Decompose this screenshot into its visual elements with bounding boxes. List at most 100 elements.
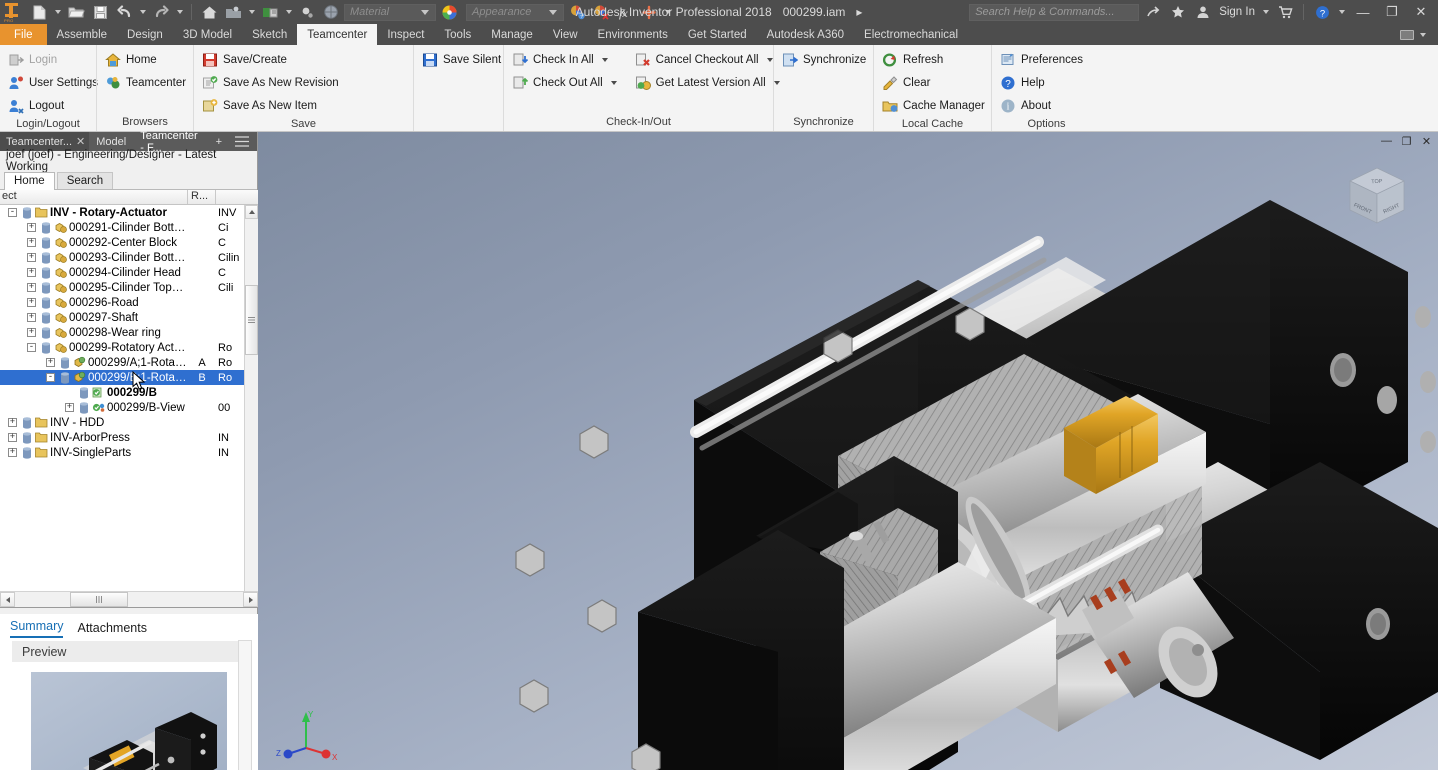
ribbon-tab-assemble[interactable]: Assemble [47,24,118,45]
teamcenter-search-button[interactable]: Search [56,172,114,189]
new-document-icon[interactable] [28,2,50,22]
summary-tab-summary[interactable]: Summary [10,619,64,638]
expand-icon[interactable]: + [27,313,36,322]
ribbon-button-help[interactable]: ? Help [996,71,1089,94]
ribbon-tab-autodesk-a360[interactable]: Autodesk A360 [757,24,854,45]
help-dropdown[interactable] [1336,2,1347,22]
chevron-down-icon[interactable] [610,80,617,85]
ribbon-tab-teamcenter[interactable]: Teamcenter [297,24,378,45]
tree-row[interactable]: +000296-Road [0,295,258,310]
expand-icon[interactable]: + [46,358,55,367]
tree-row[interactable]: + INV-ArborPress IN [0,430,258,445]
scroll-up-icon[interactable] [245,205,258,219]
appearance-globe-icon[interactable] [320,2,342,22]
scroll-right-icon[interactable] [243,592,258,607]
tree-row[interactable]: -000299/B;1-Rotatory ...BRo [0,370,258,385]
expand-icon[interactable]: + [27,223,36,232]
search-input[interactable]: Search Help & Commands... [969,3,1140,21]
ribbon-display-options[interactable] [1400,24,1438,45]
horizontal-scroll-thumb[interactable] [70,592,128,607]
save-icon[interactable] [89,2,111,22]
tree-row[interactable]: +000292-Center Block C [0,235,258,250]
ribbon-tab-environments[interactable]: Environments [588,24,678,45]
chevron-down-icon[interactable] [766,57,773,62]
tree-row[interactable]: +000295-Cilinder Top_RH Cili [0,280,258,295]
favorites-star-icon[interactable] [1167,1,1189,23]
expand-icon[interactable]: + [8,433,17,442]
tree-vertical-scrollbar[interactable] [244,205,258,607]
ribbon-tab-get-started[interactable]: Get Started [678,24,757,45]
ribbon-tab-inspect[interactable]: Inspect [377,24,434,45]
ribbon-tab-file[interactable]: File [0,24,47,45]
ribbon-button-clear[interactable]: Clear [878,71,991,94]
sign-in-dropdown[interactable] [1260,2,1271,22]
redo-icon[interactable] [150,2,172,22]
ribbon-minimize-icon[interactable] [1400,29,1414,40]
update-icon[interactable] [259,2,281,22]
material-dropdown[interactable]: Material [344,3,436,21]
open-folder-icon[interactable] [65,2,87,22]
expand-icon[interactable]: + [27,253,36,262]
title-overflow-arrow[interactable]: ▸ [856,5,862,19]
select-icon[interactable] [296,2,318,22]
ribbon-tab-view[interactable]: View [543,24,588,45]
tree-row[interactable]: +000299/B-View 00 [0,400,258,415]
tree-row[interactable]: +000294-Cilinder Head C [0,265,258,280]
ribbon-button-save-create[interactable]: Save/Create [198,48,345,71]
ribbon-options-dropdown[interactable] [1417,25,1428,45]
close-button[interactable]: ✕ [1408,0,1434,24]
ribbon-button-save-as-new-item[interactable]: Save As New Item [198,94,345,117]
tree-row[interactable]: +000293-Cilinder Bottom _...Cilin [0,250,258,265]
tree-row[interactable]: +000298-Wear ring [0,325,258,340]
vertical-scroll-thumb[interactable] [245,285,258,355]
restore-button[interactable]: ❐ [1379,0,1405,24]
collapse-icon[interactable]: - [8,208,17,217]
expand-icon[interactable]: + [8,418,17,427]
expand-icon[interactable]: + [27,298,36,307]
scroll-left-icon[interactable] [0,592,15,607]
teamcenter-home-button[interactable]: Home [4,172,55,190]
viewport-restore-button[interactable]: ❐ [1399,134,1414,148]
tree-row[interactable]: +000297-Shaft [0,310,258,325]
ribbon-tab-manage[interactable]: Manage [481,24,543,45]
undo-dropdown[interactable] [137,2,148,22]
material-color-wheel-icon[interactable] [438,2,460,22]
adjust-appearance-icon[interactable]: ? [566,2,588,22]
share-icon[interactable] [1142,1,1164,23]
ribbon-tab-electromechanical[interactable]: Electromechanical [854,24,968,45]
tree-row[interactable]: + INV-SingleParts IN [0,445,258,460]
appearance-dropdown[interactable]: Appearance [466,3,564,21]
expand-icon[interactable]: + [27,328,36,337]
help-icon[interactable]: ? [1311,1,1333,23]
column-header-object[interactable]: ect [0,190,188,204]
undo-icon[interactable] [113,2,135,22]
new-document-dropdown[interactable] [52,2,63,22]
collapse-icon[interactable]: - [27,343,36,352]
add-to-qat-icon[interactable] [638,2,660,22]
ribbon-button-logout[interactable]: Logout [4,94,104,117]
ribbon-button-about[interactable]: i About [996,94,1089,117]
project-icon[interactable] [222,2,244,22]
ribbon-button-cache-manager[interactable]: Cache Manager [878,94,991,117]
ribbon-tab-sketch[interactable]: Sketch [242,24,297,45]
ribbon-tab-tools[interactable]: Tools [434,24,481,45]
ribbon-button-user-settings[interactable]: User Settings [4,71,104,94]
ribbon-button-save-silent[interactable]: Save Silent [418,48,507,71]
viewport-close-button[interactable]: ✕ [1419,134,1434,148]
tree-row[interactable]: - INV - Rotary-Actuator INV [0,205,258,220]
column-header-extra[interactable] [216,190,258,204]
ribbon-button-synchronize[interactable]: Synchronize [778,48,872,71]
tree-row[interactable]: + INV - HDD [0,415,258,430]
minimize-button[interactable]: — [1350,0,1376,24]
cart-icon[interactable] [1274,1,1296,23]
summary-tab-attachments[interactable]: Attachments [77,621,146,638]
parameters-fx-icon[interactable]: fx [614,2,636,22]
expand-icon[interactable]: + [8,448,17,457]
collapse-icon[interactable]: - [46,373,55,382]
expand-icon[interactable]: + [65,403,74,412]
summary-vertical-scrollbar[interactable] [238,640,252,770]
tree-row[interactable]: +000291-Cilinder Bottom Ci [0,220,258,235]
viewport-minimize-button[interactable]: — [1379,134,1394,148]
clear-appearance-icon[interactable] [590,2,612,22]
ribbon-button-check-in-all[interactable]: Check In All [508,48,623,71]
